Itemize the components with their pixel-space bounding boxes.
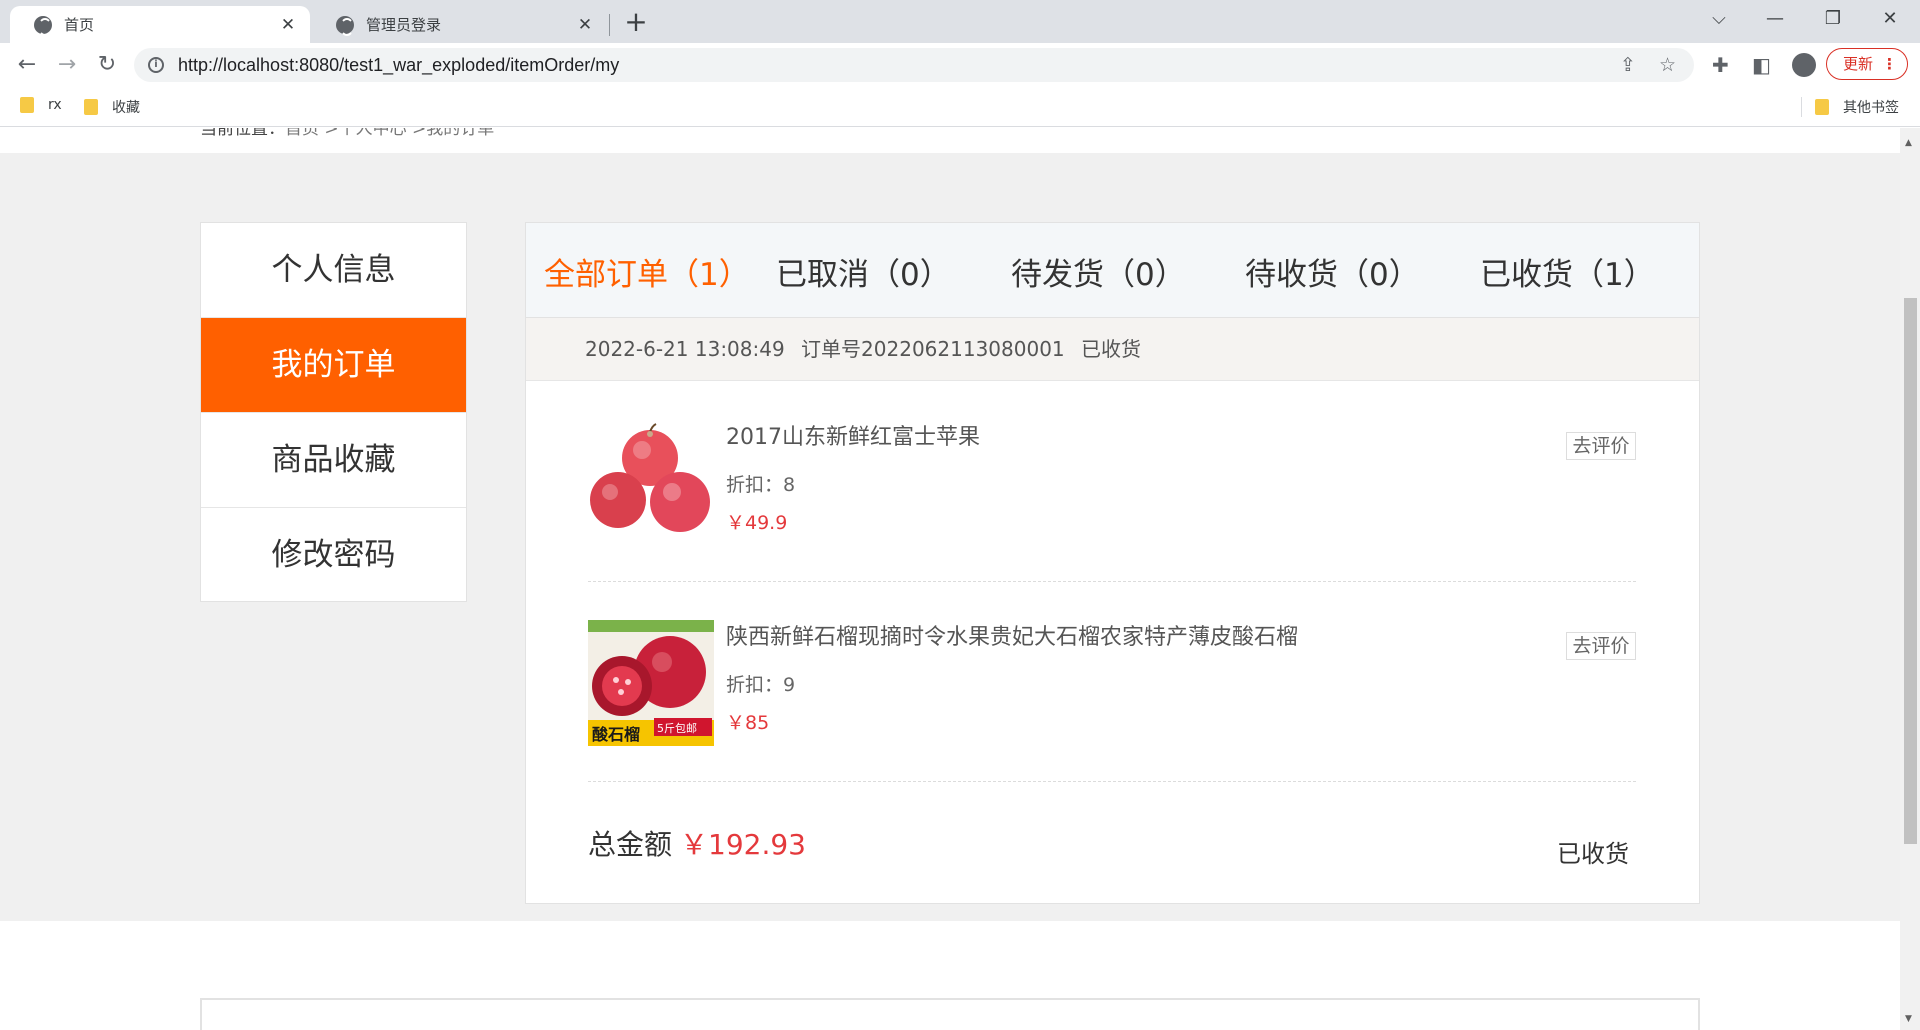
tab-to-ship[interactable]: 待发货（0） [1011,249,1186,294]
tab-title: 首页 [64,16,95,34]
tab-admin-login[interactable]: 管理员登录 ✕ [312,6,607,43]
product-discount: 折扣：8 [726,474,796,496]
folder-icon [84,99,98,115]
bookmark-divider [1801,97,1802,117]
breadcrumb-home-link[interactable]: 首页 [285,128,319,139]
order-header: 2022-6-21 13:08:49 订单号2022062113080001 已… [526,318,1699,381]
globe-icon [34,15,52,36]
tab-received[interactable]: 已收货（1） [1480,249,1655,294]
order-item: 酸石榴 5斤包邮 陕西新鲜石榴现摘时令水果贵妃大石榴农家特产薄皮酸石榴 折扣：9… [588,582,1636,782]
order-status-badge: 已收货 [1081,337,1141,361]
other-bookmarks[interactable]: 其他书签 [1815,97,1899,117]
tab-home[interactable]: 首页 ✕ [10,6,310,43]
extensions-icon[interactable]: ✚ [1712,53,1729,77]
close-icon[interactable]: ✕ [278,15,298,35]
address-bar[interactable]: i http://localhost:8080/test1_war_explod… [134,48,1694,82]
minimize-button[interactable]: — [1755,4,1795,34]
product-price: ￥49.9 [726,512,788,534]
order-total: 总金额 ￥192.93 [588,823,806,863]
product-price: ￥85 [726,712,770,734]
menu-dots-icon[interactable]: ⋮ [1882,49,1897,79]
order-item: 2017山东新鲜红富士苹果 折扣：8 ￥49.9 去评价 [588,382,1636,582]
reload-button[interactable]: ↻ [93,51,121,79]
sidebar-item-profile[interactable]: 个人信息 [201,223,466,318]
close-icon[interactable]: ✕ [575,15,595,35]
update-label: 更新 [1843,55,1874,73]
sidebar-item-my-orders[interactable]: 我的订单 [201,318,466,413]
breadcrumb-prefix: 当前位置： [200,128,285,139]
folder-icon [20,97,34,113]
globe-icon [336,15,354,36]
bookmarks-bar: rx 收藏 其他书签 [0,87,1920,127]
page-scrollbar[interactable]: ▲ ▼ [1900,128,1920,1030]
update-button[interactable]: 更新 ⋮ [1826,48,1908,80]
breadcrumb-current: >我的订单 [406,128,495,139]
star-icon[interactable]: ☆ [1659,54,1676,76]
orders-panel: 全部订单（1） 已取消（0） 待发货（0） 待收货（0） 已收货（1） 2022… [525,222,1700,904]
tab-search-icon[interactable]: ⌵ [1699,4,1739,34]
bookmark-label: rx [48,97,62,113]
tab-title: 管理员登录 [366,16,442,34]
scroll-up-icon[interactable]: ▲ [1905,138,1912,148]
total-label: 总金额 [588,828,673,861]
bookmark-folder-favorites[interactable]: 收藏 [84,97,140,117]
scrollbar-thumb[interactable] [1904,298,1917,844]
forward-button[interactable]: → [53,51,81,79]
bookmark-folder-rx[interactable]: rx [20,97,62,113]
side-panel-icon[interactable]: ◧ [1752,53,1771,77]
tab-to-receive[interactable]: 待收货（0） [1245,249,1420,294]
content-area: 个人信息 我的订单 商品收藏 修改密码 全部订单（1） 已取消（0） 待发货（0… [0,153,1900,921]
pomegranate-label: 酸石榴 [592,725,640,744]
order-final-status: 已收货 [1557,840,1629,868]
pomegranate-badge: 5斤包邮 [657,722,697,735]
share-icon[interactable]: ⇪ [1620,54,1636,76]
new-tab-button[interactable]: + [622,8,650,36]
url-text[interactable]: http://localhost:8080/test1_war_exploded… [178,55,619,76]
profile-icon[interactable] [1792,53,1816,77]
folder-icon [1815,99,1829,115]
review-button[interactable]: 去评价 [1566,432,1636,460]
footer-panel [200,998,1700,1030]
scroll-down-icon[interactable]: ▼ [1905,1014,1912,1024]
sidebar-item-change-password[interactable]: 修改密码 [201,508,466,603]
product-name-link[interactable]: 陕西新鲜石榴现摘时令水果贵妃大石榴农家特产薄皮酸石榴 [726,619,1298,651]
product-discount: 折扣：9 [726,674,796,696]
info-icon[interactable]: i [148,57,164,73]
tab-all-orders[interactable]: 全部订单（1） [544,249,750,294]
breadcrumb-center-link[interactable]: >个人中心 [319,128,406,139]
order-number: 订单号2022062113080001 [801,337,1065,361]
review-button[interactable]: 去评价 [1566,632,1636,660]
close-window-button[interactable]: ✕ [1870,4,1910,34]
tab-cancelled[interactable]: 已取消（0） [776,249,951,294]
other-bookmarks-label: 其他书签 [1843,100,1899,116]
total-amount: ￥192.93 [680,828,806,861]
product-name-link[interactable]: 2017山东新鲜红富士苹果 [726,419,980,451]
bookmark-label: 收藏 [112,100,140,116]
back-button[interactable]: ← [13,51,41,79]
breadcrumb: 当前位置：首页 >个人中心 >我的订单 [200,128,494,139]
page-viewport: 当前位置：首页 >个人中心 >我的订单 个人信息 我的订单 商品收藏 修改密码 … [0,128,1900,1030]
restore-button[interactable]: ❐ [1813,4,1853,34]
order-time: 2022-6-21 13:08:49 [585,337,785,361]
tab-divider [609,14,610,36]
order-tabs: 全部订单（1） 已取消（0） 待发货（0） 待收货（0） 已收货（1） [526,223,1699,318]
apple-image[interactable] [588,420,714,546]
sidebar-item-favorites[interactable]: 商品收藏 [201,413,466,508]
tab-bar: 首页 ✕ 管理员登录 ✕ + ⌵ — ❐ ✕ [0,0,1920,43]
sidebar-menu: 个人信息 我的订单 商品收藏 修改密码 [200,222,467,602]
browser-toolbar: ← → ↻ i http://localhost:8080/test1_war_… [0,43,1920,87]
pomegranate-image[interactable]: 酸石榴 5斤包邮 [588,620,714,746]
